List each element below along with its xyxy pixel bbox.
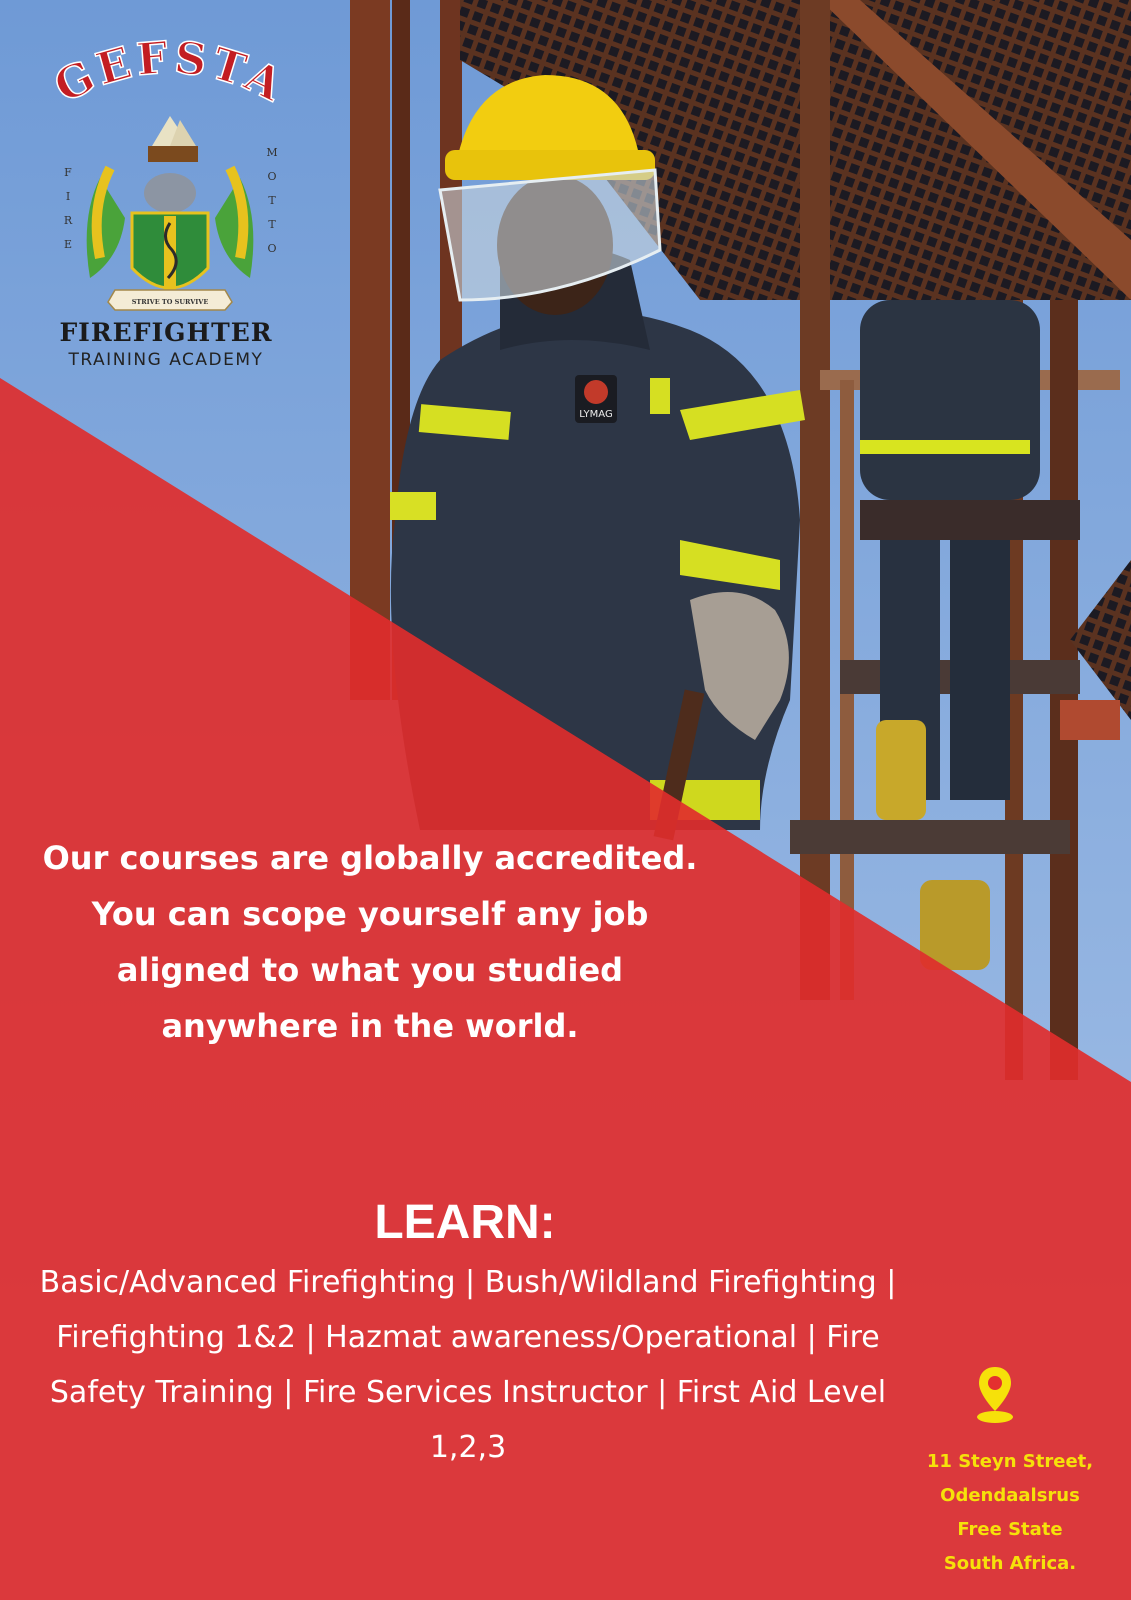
crest-letter: R [64, 214, 73, 227]
crest-emblem: GEFSTA F I R E M O T T O STRIVE TO SURVI… [46, 32, 294, 311]
crest-letter: O [267, 170, 276, 183]
crest-letter: F [64, 166, 72, 179]
address-country: South Africa. [943, 1553, 1077, 1574]
address-town: Odendaalsrus [940, 1485, 1080, 1506]
address-province: Free State [957, 1519, 1063, 1540]
crest-letter: M [266, 146, 277, 159]
crest-letter: I [66, 190, 70, 203]
learn-heading: LEARN: [374, 1196, 556, 1249]
accreditation-statement: Our courses are globally accredited. You… [42, 839, 698, 1045]
map-pin-icon [977, 1367, 1013, 1423]
jacket-patch-label: LYMAG [579, 409, 612, 420]
brand-wordmark: GEFSTA [46, 32, 290, 114]
ship-icon [148, 116, 198, 162]
crest-letter: E [64, 238, 72, 251]
crest-letter: T [268, 194, 276, 207]
logo-firefighter-title: FIREFIGHTER [59, 318, 273, 347]
address-block: 11 Steyn Street, Odendaalsrus Free State… [905, 1445, 1115, 1581]
course-list: Basic/Advanced Firefighting | Bush/Wildl… [39, 1265, 897, 1465]
address-street: 11 Steyn Street, [926, 1451, 1094, 1472]
logo-training-academy: TRAINING ACADEMY [68, 350, 264, 370]
svg-text:GEFSTA: GEFSTA [47, 32, 294, 113]
poster: LYMAG GEFSTA F I R E M O T T O STRIVE TO… [0, 0, 1131, 1600]
crest-motto: STRIVE TO SURVIVE [132, 298, 209, 306]
crest-letter: O [267, 242, 276, 255]
crest-letter: T [268, 218, 276, 231]
